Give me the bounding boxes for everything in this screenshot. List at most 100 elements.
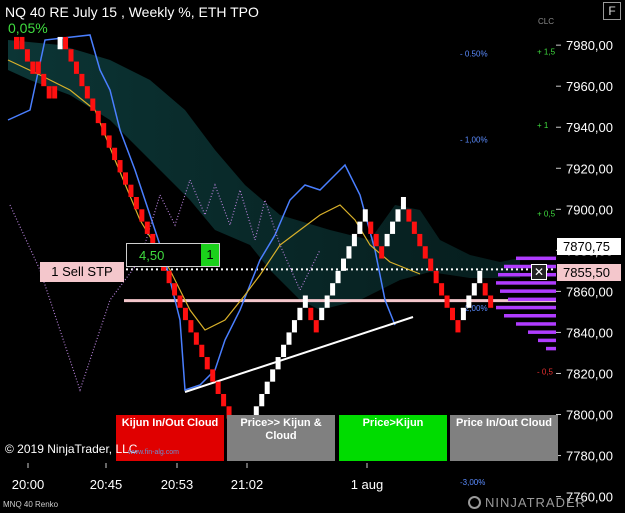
renko-brick — [63, 36, 69, 50]
renko-brick — [286, 332, 292, 345]
renko-brick — [188, 320, 194, 333]
profile-bar — [504, 314, 556, 318]
renko-brick — [379, 246, 385, 259]
close-icon[interactable]: ✕ — [531, 264, 547, 280]
x-tick-label: 1 aug — [351, 477, 384, 492]
renko-brick — [411, 221, 417, 234]
profile-bar — [516, 256, 556, 261]
renko-brick — [384, 233, 390, 247]
renko-brick — [68, 49, 74, 62]
renko-brick — [395, 209, 401, 222]
renko-brick — [264, 381, 270, 394]
profile-bar — [496, 281, 556, 285]
renko-brick — [57, 36, 63, 50]
renko-brick — [455, 320, 461, 333]
renko-brick — [35, 61, 41, 74]
renko-brick — [128, 184, 134, 197]
percent-axis-label: + 1,5 — [537, 47, 556, 56]
y-tick-label: 7820,00 — [566, 366, 613, 381]
renko-brick — [139, 209, 145, 222]
renko-brick — [117, 160, 123, 173]
renko-brick — [46, 86, 52, 99]
profile-bar — [498, 272, 556, 277]
renko-brick — [428, 258, 434, 271]
renko-brick — [101, 123, 107, 136]
renko-brick — [466, 295, 472, 308]
renko-brick — [79, 73, 85, 87]
y-tick-label: 7780,00 — [566, 449, 613, 464]
y-tick-label: 7960,00 — [566, 79, 613, 94]
y-tick-label: 7800,00 — [566, 408, 613, 423]
percent-level-label: - 0.50% — [460, 49, 488, 58]
renko-brick — [368, 221, 374, 234]
renko-brick — [177, 295, 183, 308]
renko-brick — [291, 320, 297, 333]
percent-level-label: -3,00% — [460, 478, 485, 487]
y-tick-label: 7860,00 — [566, 284, 613, 299]
renko-brick — [422, 246, 428, 259]
order-quantity[interactable]: 4,50 — [139, 248, 164, 263]
site-watermark: www.fin-alg.com — [128, 449, 179, 456]
sell-stop-order-label[interactable]: 1 Sell STP — [40, 262, 124, 282]
renko-brick — [313, 320, 319, 333]
price-in-out-cloud-button[interactable]: Price In/Out Cloud — [450, 415, 558, 461]
renko-brick — [373, 233, 379, 247]
renko-brick — [95, 110, 101, 124]
renko-brick — [330, 283, 336, 296]
renko-brick — [30, 61, 36, 74]
percent-axis-label: + 0,5 — [537, 209, 556, 218]
price-above-kijun-button[interactable]: Price>Kijun — [339, 415, 447, 461]
renko-brick — [308, 307, 314, 321]
renko-brick — [14, 36, 19, 50]
renko-brick — [215, 381, 221, 394]
renko-brick — [439, 283, 445, 296]
renko-brick — [400, 196, 406, 210]
renko-brick — [460, 307, 466, 321]
renko-brick — [182, 307, 188, 321]
order-id[interactable]: 1 — [201, 244, 219, 266]
renko-brick — [84, 86, 90, 99]
renko-brick — [106, 135, 112, 148]
x-tick-label: 20:45 — [90, 477, 123, 492]
renko-brick — [357, 221, 363, 234]
renko-brick — [90, 98, 96, 111]
trend-line — [184, 316, 414, 393]
renko-brick — [406, 209, 412, 222]
y-tick-label: 7900,00 — [566, 202, 613, 217]
renko-brick — [477, 270, 483, 284]
renko-brick — [52, 86, 58, 99]
renko-brick — [346, 246, 352, 259]
renko-brick — [41, 73, 47, 87]
renko-brick — [270, 369, 276, 382]
chart-title: NQ 40 RE July 15 , Weekly %, ETH TPO — [5, 4, 259, 20]
renko-brick — [471, 283, 477, 296]
price-kijun-cloud-button[interactable]: Price>> Kijun & Cloud — [227, 415, 335, 461]
stop-price-tag[interactable]: 7855,50 — [557, 264, 621, 281]
renko-brick — [450, 307, 455, 321]
profile-bar — [516, 322, 556, 326]
y-tick-label: 7980,00 — [566, 38, 613, 53]
profile-bar — [528, 330, 556, 334]
renko-brick — [259, 393, 265, 407]
y-tick-label: 7920,00 — [566, 161, 613, 176]
renko-brick — [166, 270, 172, 284]
x-tick-label: 21:02 — [231, 477, 264, 492]
order-quantity-box[interactable]: 4,50 1 — [126, 243, 220, 267]
renko-brick — [417, 233, 423, 247]
renko-brick — [221, 393, 227, 407]
f-button[interactable]: F — [603, 2, 621, 20]
renko-brick — [123, 172, 128, 185]
profile-bar — [508, 297, 556, 302]
profile-bar — [538, 338, 556, 343]
renko-brick — [341, 258, 346, 271]
percent-level-label: - 1,00% — [460, 136, 488, 145]
percent-change: 0,05% — [8, 20, 48, 36]
renko-brick — [297, 307, 303, 321]
profile-bar — [546, 346, 556, 351]
x-tick-label: 20:53 — [161, 477, 194, 492]
last-price-tag: 7870,75 — [557, 238, 621, 255]
renko-brick — [324, 295, 330, 308]
renko-brick — [210, 369, 216, 382]
renko-brick — [488, 295, 494, 308]
logo-ring-icon — [468, 496, 481, 509]
